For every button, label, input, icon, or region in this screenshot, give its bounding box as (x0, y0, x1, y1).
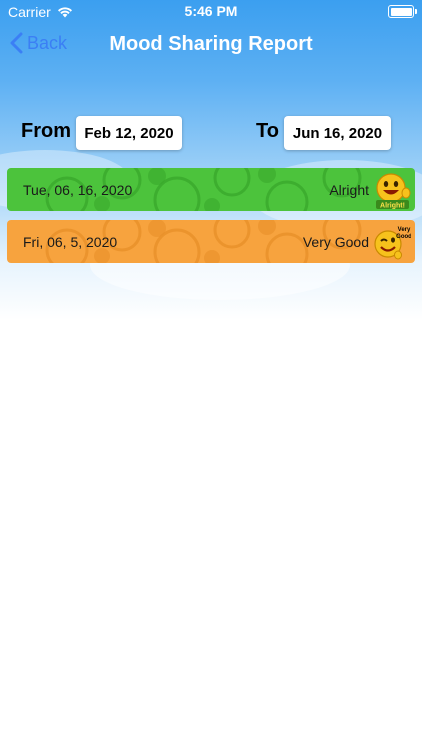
status-bar: Carrier 5:46 PM (0, 0, 422, 22)
to-label: To (256, 120, 279, 142)
very-good-badge-line1: Very (398, 227, 411, 233)
mood-entry-row[interactable]: Fri, 06, 5, 2020 Very Good Very Good (7, 220, 415, 263)
entry-date: Fri, 06, 5, 2020 (23, 233, 118, 250)
entry-mood-group: Alright Alright! (329, 171, 411, 209)
status-time: 5:46 PM (184, 3, 238, 19)
entry-date: Tue, 06, 16, 2020 (23, 181, 133, 198)
from-label: From (21, 120, 71, 142)
very-good-emoji-icon: Very Good (373, 223, 412, 261)
to-date-picker[interactable]: Jun 16, 2020 (284, 116, 391, 150)
very-good-badge-line2: Good (396, 234, 411, 240)
battery-icon (388, 5, 417, 18)
mood-entry-row[interactable]: Tue, 06, 16, 2020 Alright Alright! (7, 168, 415, 211)
navigation-bar: Back Mood Sharing Report (0, 22, 422, 66)
page-title: Mood Sharing Report (109, 32, 313, 55)
alright-emoji-icon: Alright! (373, 171, 411, 209)
back-label: Back (27, 32, 68, 53)
from-date-picker[interactable]: Feb 12, 2020 (76, 116, 182, 150)
alright-badge-text: Alright! (380, 202, 405, 209)
chevron-left-icon (10, 32, 23, 54)
entry-mood-label: Alright (329, 181, 369, 198)
entry-mood-label: Very Good (302, 233, 369, 250)
entry-mood-group: Very Good Very Good (302, 223, 412, 261)
back-button[interactable]: Back (10, 32, 67, 54)
